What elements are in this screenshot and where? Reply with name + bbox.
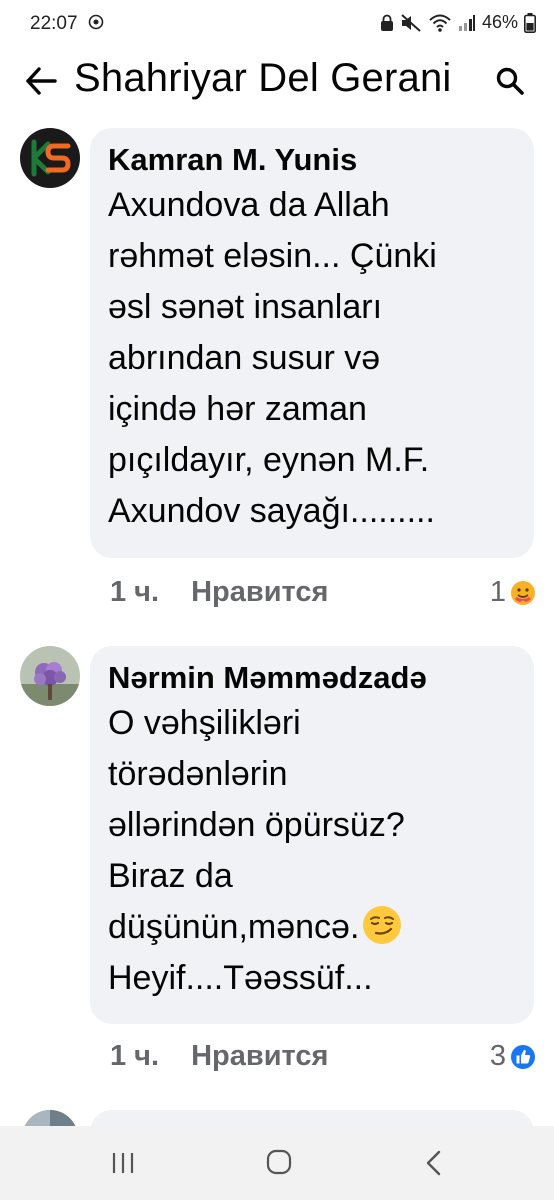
comment-author[interactable]: Nərmin Məmmədzadə [108, 658, 516, 698]
avatar-flowers-image [20, 646, 80, 706]
comment-meta: 1 ч. Нравится [110, 1040, 328, 1073]
avatar[interactable] [20, 128, 80, 188]
comment-bubble[interactable]: Nərmin Məmmədzadə O vəhşilikləri törədən… [90, 646, 534, 1024]
back-arrow-icon[interactable] [24, 64, 58, 98]
reaction-summary[interactable]: 3 [490, 1040, 536, 1073]
header: Shahriyar Del Gerani [0, 50, 554, 112]
status-icons: 46% [380, 12, 536, 33]
like-icon [511, 1044, 535, 1069]
like-button[interactable]: Нравится [191, 576, 328, 609]
comment-meta: 1 ч. Нравится [110, 576, 328, 609]
reaction-count: 1 [489, 576, 506, 608]
recent-apps-icon[interactable] [110, 1151, 136, 1175]
home-icon[interactable] [266, 1149, 292, 1175]
reaction-count: 3 [489, 1040, 506, 1072]
comment-time[interactable]: 1 ч. [110, 1040, 159, 1073]
comment-text-part: O vəhşilikləri törədənlərin əllərindən ö… [108, 704, 405, 946]
smirk-emoji-icon [363, 906, 402, 945]
status-bar: 22:07 46% [0, 0, 554, 50]
comment-text-part: Heyif....Təəssüf... [108, 959, 373, 997]
lock-status-icon [380, 14, 393, 31]
battery-icon [524, 12, 536, 33]
mute-icon [401, 13, 421, 32]
comment-author[interactable]: Kamran M. Yunis [108, 140, 516, 180]
settings-status-icon [88, 14, 104, 30]
comment-text: Axundova da Allah rəhmət eləsin... Çünki… [108, 186, 437, 530]
comment-bubble[interactable]: Kamran M. Yunis Axundova da Allah rəhmət… [90, 128, 534, 558]
search-icon[interactable] [495, 66, 525, 96]
status-time: 22:07 [30, 13, 78, 34]
like-button[interactable]: Нравится [191, 1040, 328, 1073]
system-navigation-bar [0, 1126, 554, 1200]
wifi-icon [429, 14, 451, 32]
care-icon [511, 580, 535, 605]
reaction-summary[interactable]: 1 [490, 576, 536, 609]
comment-text: O vəhşilikləri törədənlərin əllərindən ö… [108, 698, 516, 1004]
comment-time[interactable]: 1 ч. [110, 576, 159, 609]
avatar-logo-image [20, 128, 80, 188]
battery-percent: 46% [481, 12, 518, 32]
back-chevron-icon[interactable] [424, 1150, 442, 1176]
signal-icon [458, 14, 475, 31]
avatar[interactable] [20, 646, 80, 706]
page-title: Shahriyar Del Gerani [74, 56, 452, 100]
